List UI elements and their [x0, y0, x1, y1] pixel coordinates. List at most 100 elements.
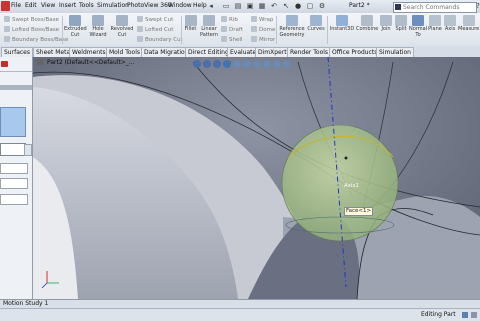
- combine-button[interactable]: Combine: [356, 15, 378, 33]
- menu-tools[interactable]: Tools: [79, 2, 94, 9]
- boundary-boss-button[interactable]: Boundary Boss/Base: [4, 36, 68, 43]
- section-view-icon[interactable]: [223, 60, 231, 68]
- reference-geometry-icon: [286, 15, 298, 26]
- feature-manager-icon[interactable]: [1, 61, 8, 67]
- tab-mold-tools[interactable]: Mold Tools: [106, 47, 144, 57]
- search-commands[interactable]: [393, 2, 477, 13]
- selection-list[interactable]: [0, 107, 26, 137]
- menu-window[interactable]: Window: [168, 2, 192, 9]
- linear-pattern-icon: [203, 15, 215, 26]
- reference-geometry-button[interactable]: Reference Geometry: [278, 15, 306, 38]
- option-field[interactable]: [0, 178, 28, 189]
- status-text: Editing Part: [421, 311, 456, 318]
- revolved-cut-button[interactable]: Revolved Cut: [110, 15, 134, 38]
- normal-to-button[interactable]: Normal To: [409, 15, 427, 38]
- feature-tree-flyout[interactable]: Part2 (Default<<Default>_...: [47, 59, 135, 66]
- apply-scene-icon[interactable]: [273, 60, 281, 68]
- boundary-cut-button[interactable]: Boundary Cut: [137, 36, 183, 43]
- tab-office-products[interactable]: Office Products: [329, 47, 381, 57]
- mirror-icon: [251, 36, 257, 42]
- save-icon[interactable]: ▣: [245, 1, 255, 11]
- swept-cut-button[interactable]: Swept Cut: [137, 16, 173, 23]
- plane-button[interactable]: Plane: [428, 15, 442, 33]
- graphics-area[interactable]: Part2 (Default<<Default>_... Axis1 Face<…: [33, 57, 480, 299]
- linear-pattern-button[interactable]: Linear Pattern: [199, 15, 219, 38]
- swept-boss-button[interactable]: Swept Boss/Base: [4, 16, 59, 23]
- previous-view-icon[interactable]: [213, 60, 221, 68]
- rib-button[interactable]: Rib: [221, 16, 238, 23]
- split-button[interactable]: Split: [394, 15, 408, 33]
- rebuild-icon[interactable]: ●: [293, 1, 303, 11]
- mirror-button[interactable]: Mirror: [251, 36, 275, 43]
- parameter-field[interactable]: [0, 143, 26, 156]
- tab-motion-study[interactable]: Motion Study 1: [3, 300, 48, 308]
- lofted-boss-button[interactable]: Lofted Boss/Base: [4, 26, 59, 33]
- plane-icon: [429, 15, 441, 26]
- tab-weldments[interactable]: Weldments: [69, 47, 109, 57]
- units-icon[interactable]: [462, 312, 468, 318]
- open-icon[interactable]: ▤: [233, 1, 243, 11]
- undo-icon[interactable]: ↶: [269, 1, 279, 11]
- option-field[interactable]: [0, 194, 28, 205]
- axis-point: [344, 156, 348, 160]
- shell-button[interactable]: Shell: [221, 36, 242, 43]
- view-orientation-icon[interactable]: [233, 60, 241, 68]
- hole-wizard-button[interactable]: Hole Wizard: [88, 15, 108, 38]
- fillet-button[interactable]: Fillet: [183, 15, 198, 33]
- section-header: [0, 85, 32, 90]
- zoom-area-icon[interactable]: [203, 60, 211, 68]
- tab-render-tools[interactable]: Render Tools: [287, 47, 332, 57]
- motion-study-bar: Motion Study 1: [0, 299, 480, 308]
- tab-dimxpert[interactable]: DimXpert: [255, 47, 290, 57]
- wrap-button[interactable]: Wrap: [251, 16, 273, 23]
- spinner-arrows-icon[interactable]: [24, 144, 32, 156]
- edit-appearance-icon[interactable]: [263, 60, 271, 68]
- face-callout[interactable]: Face<1>: [344, 207, 374, 216]
- axis-button[interactable]: Axis: [443, 15, 457, 33]
- axis-callout[interactable]: Axis1: [344, 183, 359, 189]
- tab-data-migration[interactable]: Data Migration: [141, 47, 192, 57]
- menu-file[interactable]: File: [11, 2, 21, 9]
- display-style-icon[interactable]: [243, 60, 251, 68]
- print-icon[interactable]: ▦: [257, 1, 267, 11]
- hole-wizard-icon: [92, 15, 104, 26]
- view-settings-icon[interactable]: [283, 60, 291, 68]
- swept-boss-icon: [4, 16, 10, 22]
- dome-button[interactable]: Dome: [251, 26, 275, 33]
- help-icon[interactable]: [471, 312, 477, 318]
- tab-direct-editing[interactable]: Direct Editing: [185, 47, 232, 57]
- separator: [62, 16, 63, 44]
- help-icon[interactable]: ?: [476, 1, 480, 11]
- normal-to-icon: [412, 15, 424, 26]
- curves-button[interactable]: Curves: [307, 15, 325, 33]
- instant3d-button[interactable]: Instant3D: [329, 15, 355, 33]
- select-icon[interactable]: ↖: [281, 1, 291, 11]
- model-view: [33, 57, 480, 299]
- new-document-icon[interactable]: ▭: [221, 1, 231, 11]
- menu-photoview[interactable]: PhotoView 360: [127, 2, 172, 9]
- dome-sphere[interactable]: [281, 124, 399, 242]
- search-input[interactable]: [403, 3, 473, 11]
- menu-simulation[interactable]: Simulation: [97, 2, 129, 9]
- extruded-cut-button[interactable]: Extruded Cut: [64, 15, 87, 38]
- menu-help[interactable]: Help: [193, 2, 207, 9]
- swept-cut-icon: [137, 16, 143, 22]
- zoom-to-fit-icon[interactable]: [193, 60, 201, 68]
- file-properties-icon[interactable]: ▢: [305, 1, 315, 11]
- menu-edit[interactable]: Edit: [25, 2, 37, 9]
- tab-surfaces[interactable]: Surfaces: [1, 47, 33, 57]
- tab-simulation[interactable]: Simulation: [376, 47, 414, 57]
- curves-icon: [310, 15, 322, 26]
- menu-view[interactable]: View: [41, 2, 55, 9]
- options-icon[interactable]: ⚙: [317, 1, 327, 11]
- dome-icon: [251, 26, 257, 32]
- solidworks-logo[interactable]: [1, 1, 10, 11]
- option-field[interactable]: [0, 163, 28, 174]
- pin-icon[interactable]: ◂: [206, 1, 216, 11]
- draft-button[interactable]: Draft: [221, 26, 243, 33]
- measure-button[interactable]: Measure: [458, 15, 479, 33]
- menu-insert[interactable]: Insert: [59, 2, 76, 9]
- join-button[interactable]: Join: [379, 15, 393, 33]
- lofted-cut-button[interactable]: Lofted Cut: [137, 26, 173, 33]
- hide-show-items-icon[interactable]: [253, 60, 261, 68]
